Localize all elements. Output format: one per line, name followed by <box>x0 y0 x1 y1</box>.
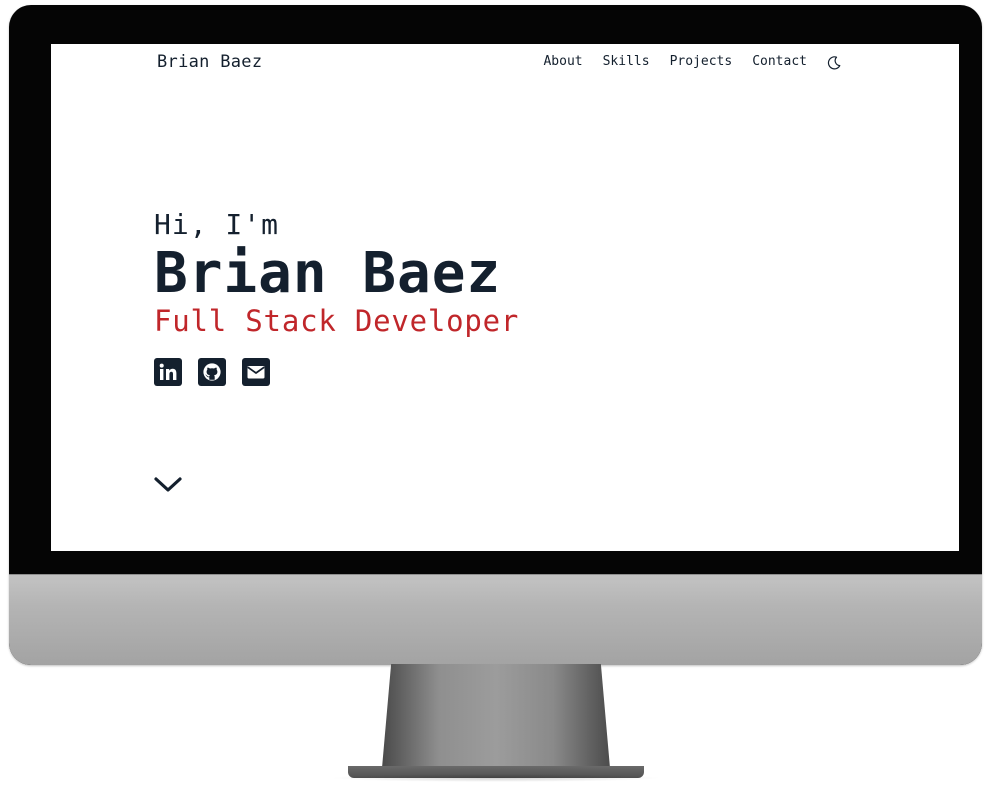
nav-link-about[interactable]: About <box>543 54 582 69</box>
nav-link-skills[interactable]: Skills <box>603 54 650 69</box>
hero-role: Full Stack Developer <box>154 304 520 338</box>
monitor-stand <box>382 664 610 768</box>
stand-shadow <box>330 774 662 782</box>
social-links <box>154 358 519 386</box>
chevron-down-icon[interactable] <box>153 474 183 496</box>
web-page: Brian Baez About Skills Projects Contact… <box>51 44 959 551</box>
hero-section: Hi, I'm Brian Baez Full Stack Developer <box>154 208 519 386</box>
hero-name: Brian Baez <box>154 241 502 306</box>
github-icon[interactable] <box>198 358 226 386</box>
email-icon[interactable] <box>242 358 270 386</box>
monitor-frame: Brian Baez About Skills Projects Contact… <box>9 5 982 665</box>
moon-icon[interactable] <box>827 55 841 69</box>
hero-greeting: Hi, I'm <box>154 208 280 241</box>
monitor-chin <box>9 574 982 665</box>
brand-logo[interactable]: Brian Baez <box>157 52 262 72</box>
nav-link-contact[interactable]: Contact <box>752 54 807 69</box>
nav-link-projects[interactable]: Projects <box>670 54 733 69</box>
nav-links: About Skills Projects Contact <box>543 54 841 69</box>
linkedin-icon[interactable] <box>154 358 182 386</box>
top-nav: Brian Baez About Skills Projects Contact <box>51 44 959 84</box>
